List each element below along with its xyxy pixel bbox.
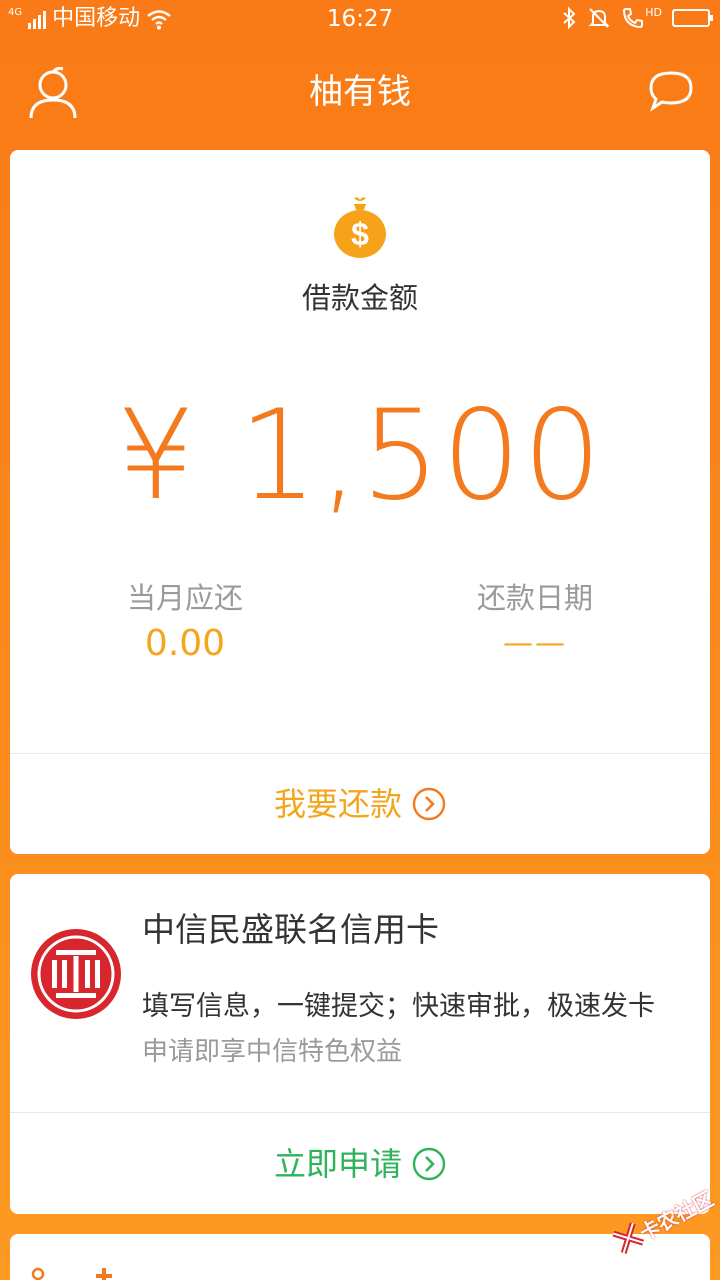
repay-date-label: 还款日期	[476, 581, 593, 615]
hd-label: HD	[645, 5, 662, 19]
plus-icon	[96, 1268, 112, 1280]
chevron-right-circle-icon	[412, 787, 446, 821]
bottom-card	[10, 1234, 710, 1280]
status-bar: 4G 中国移动 16:27 HD	[0, 0, 720, 38]
divider	[10, 1112, 710, 1113]
apply-button-label: 立即申请	[273, 1145, 402, 1183]
nav-bar: 柚有钱	[0, 38, 720, 144]
bluetooth-icon	[563, 6, 576, 30]
money-bag-icon: $	[334, 197, 386, 258]
loan-card: $ 借款金额 ¥ 1,500 当月应还 0.00 还款日期 —— 我要还款	[10, 150, 710, 854]
loan-amount-value: ¥ 1,500	[116, 384, 604, 528]
call-icon	[623, 8, 644, 29]
monthly-due-block: 当月应还 0.00	[10, 578, 360, 668]
loan-amount-label: 借款金额	[301, 281, 418, 315]
watermark-text: 卡农社区	[635, 1186, 718, 1246]
repay-date-block: 还款日期 ——	[360, 578, 710, 668]
apply-button[interactable]: 立即申请	[10, 1140, 710, 1188]
person-icon	[31, 1267, 45, 1280]
repay-date-value: ——	[503, 626, 567, 661]
svg-text:$: $	[351, 216, 369, 252]
divider	[10, 753, 710, 754]
chat-icon[interactable]	[648, 68, 694, 114]
credit-card-subtitle: 申请即享中信特色权益	[142, 1037, 403, 1067]
page-title: 柚有钱	[309, 72, 411, 112]
status-right: HD	[561, 5, 713, 30]
repay-button[interactable]: 我要还款	[10, 780, 710, 828]
credit-card-title: 中信民盛联名信用卡	[142, 910, 439, 949]
monthly-due-label: 当月应还	[126, 581, 243, 615]
battery-icon	[672, 9, 713, 27]
monthly-due-value: 0.00	[144, 623, 226, 664]
chevron-right-circle-icon	[412, 1147, 446, 1181]
mute-bell-icon	[588, 8, 610, 28]
credit-card-description: 填写信息，一键提交；快速审批，极速发卡	[142, 991, 655, 1022]
citic-logo	[31, 929, 121, 1019]
repay-button-label: 我要还款	[273, 785, 402, 823]
credit-card-promo: 中信民盛联名信用卡 填写信息，一键提交；快速审批，极速发卡 申请即享中信特色权益…	[10, 874, 710, 1214]
